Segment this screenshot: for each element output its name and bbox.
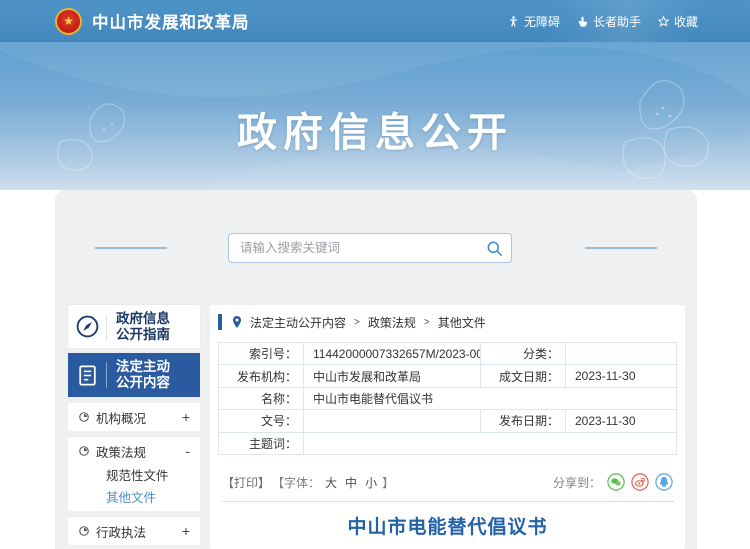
star-icon: [657, 15, 670, 28]
menu-item-icon: [78, 411, 90, 423]
menu-label: 政策法规: [96, 442, 146, 461]
meta-value-doc-no: [304, 410, 481, 432]
font-size-large-button[interactable]: 大: [325, 474, 337, 491]
content-card: 政府信息 公开指南 法定主动 公开内容 机: [55, 190, 697, 549]
toolbar-left: 【打印】 【字体： 大 中 小 】: [222, 474, 394, 491]
breadcrumb-separator: >: [354, 317, 360, 328]
menu-label: 机构概况: [96, 408, 146, 427]
meta-value-category: [566, 343, 677, 365]
article-title: 中山市电能替代倡议书: [210, 512, 685, 539]
sidebar-guide-label: 政府信息 公开指南: [107, 311, 170, 343]
document-icon: [68, 363, 106, 388]
sidebar-item-statutory-disclosure[interactable]: 法定主动 公开内容: [68, 353, 200, 397]
weibo-share-icon[interactable]: [631, 473, 649, 491]
breadcrumb-item-statutory[interactable]: 法定主动公开内容: [250, 314, 346, 331]
menu-label: 行政执法: [96, 522, 146, 541]
print-button[interactable]: 【打印】: [222, 474, 270, 491]
search-decor-line-right: [585, 247, 657, 249]
main-panel: 法定主动公开内容 > 政策法规 > 其他文件 索引号： 114420000073…: [210, 305, 685, 549]
meta-label-category: 分类：: [481, 343, 566, 365]
meta-value-publish-date: 2023-11-30: [566, 410, 677, 432]
sidebar-menu-policies[interactable]: 政策法规 -: [68, 437, 200, 465]
top-header-bar: ★ 中山市发展和改革局 无障碍 长者助手 收藏: [0, 0, 750, 42]
breadcrumb: 法定主动公开内容 > 政策法规 > 其他文件: [218, 305, 486, 339]
breadcrumb-separator: >: [424, 317, 430, 328]
top-links: 无障碍 长者助手 收藏: [507, 13, 698, 30]
banner: 政府信息公开: [0, 42, 750, 190]
meta-label-publish-date: 发布日期：: [481, 410, 566, 432]
national-emblem-logo: ★: [55, 8, 82, 35]
sidebar-item-policies: 政策法规 - 规范性文件 其他文件: [68, 437, 200, 511]
dotted-divider: [222, 501, 673, 502]
collapse-icon[interactable]: -: [185, 444, 190, 458]
search-box: [228, 233, 512, 263]
elder-assistant-icon: [576, 15, 589, 28]
breadcrumb-item-policies[interactable]: 政策法规: [368, 314, 416, 331]
sidebar-item-organization: 机构概况 +: [68, 403, 200, 431]
font-size-medium-button[interactable]: 中: [345, 474, 357, 491]
meta-label-doc-no: 文号：: [219, 410, 304, 432]
sidebar-subitem-other-docs[interactable]: 其他文件: [68, 487, 200, 509]
sidebar-item-law-enforcement: 行政执法 +: [68, 517, 200, 545]
document-metadata-table: 索引号： 11442000007332657M/2023-00662 分类： 发…: [218, 342, 677, 455]
page-title: 政府信息公开: [0, 100, 750, 158]
breadcrumb-item-other-docs: 其他文件: [438, 314, 486, 331]
meta-value-written-date: 2023-11-30: [566, 365, 677, 387]
menu-item-icon: [78, 525, 90, 537]
meta-label-name: 名称：: [219, 388, 304, 410]
site-name[interactable]: 中山市发展和改革局: [92, 9, 250, 33]
qq-share-icon[interactable]: [655, 473, 673, 491]
sidebar: 政府信息 公开指南 法定主动 公开内容 机: [68, 305, 200, 549]
sidebar-menu-organization[interactable]: 机构概况 +: [68, 403, 200, 431]
expand-icon[interactable]: +: [182, 410, 190, 424]
article-toolbar: 【打印】 【字体： 大 中 小 】 分享到：: [222, 471, 673, 493]
meta-value-index-no: 11442000007332657M/2023-00662: [304, 343, 481, 365]
font-size-suffix: 】: [382, 474, 394, 491]
meta-value-publisher: 中山市发展和改革局: [304, 365, 481, 387]
location-pin-icon: [231, 315, 243, 329]
meta-value-name: 中山市电能替代倡议书: [304, 388, 677, 410]
accessibility-icon: [507, 15, 520, 28]
accessibility-label: 无障碍: [524, 13, 560, 30]
font-size-prefix: 【字体：: [272, 474, 320, 491]
toolbar-share: 分享到：: [553, 473, 673, 491]
compass-icon: [68, 314, 106, 339]
meta-label-publisher: 发布机构：: [219, 365, 304, 387]
sidebar-item-guide[interactable]: 政府信息 公开指南: [68, 305, 200, 348]
breadcrumb-accent-bar: [218, 314, 222, 330]
elder-assistant-link[interactable]: 长者助手: [576, 13, 641, 30]
font-size-small-button[interactable]: 小: [365, 474, 377, 491]
brand: ★ 中山市发展和改革局: [55, 8, 250, 35]
search-decor-line-left: [95, 247, 167, 249]
menu-item-icon: [78, 445, 90, 457]
meta-label-index-no: 索引号：: [219, 343, 304, 365]
accessibility-link[interactable]: 无障碍: [507, 13, 560, 30]
search-icon[interactable]: [485, 239, 504, 258]
sidebar-subitem-normative-docs[interactable]: 规范性文件: [68, 465, 200, 487]
meta-value-keywords: [304, 433, 677, 455]
sidebar-statutory-label: 法定主动 公开内容: [107, 359, 170, 391]
favorite-label: 收藏: [674, 13, 698, 30]
favorite-link[interactable]: 收藏: [657, 13, 698, 30]
sidebar-menu-law-enforcement[interactable]: 行政执法 +: [68, 517, 200, 545]
meta-label-written-date: 成文日期：: [481, 365, 566, 387]
share-label: 分享到：: [553, 474, 601, 491]
elder-assistant-label: 长者助手: [593, 13, 641, 30]
expand-icon[interactable]: +: [182, 524, 190, 538]
page: ★ 中山市发展和改革局 无障碍 长者助手 收藏: [0, 0, 750, 549]
meta-label-keywords: 主题词：: [219, 433, 304, 455]
wechat-share-icon[interactable]: [607, 473, 625, 491]
search-input[interactable]: [229, 234, 481, 262]
